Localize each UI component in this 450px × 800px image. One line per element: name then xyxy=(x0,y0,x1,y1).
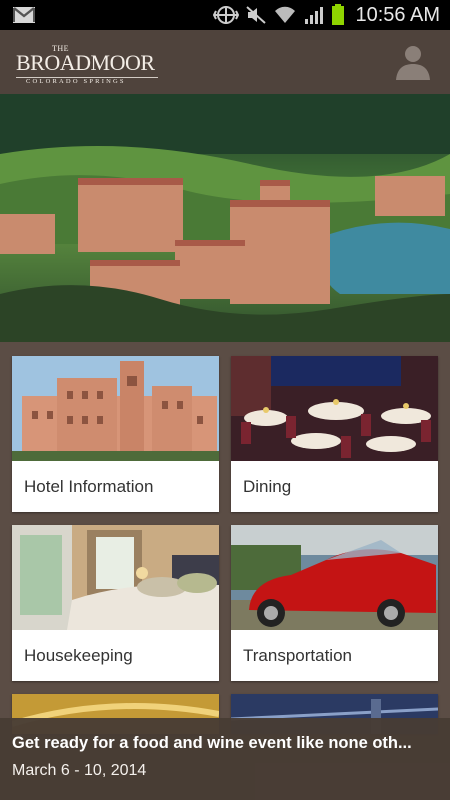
profile-button[interactable] xyxy=(392,41,434,83)
banner-title: Get ready for a food and wine event like… xyxy=(12,734,412,752)
logo-name: BROADMOOR xyxy=(16,50,155,75)
mute-icon xyxy=(245,5,267,25)
signal-strength-icon xyxy=(213,5,240,25)
tile-label: Hotel Information xyxy=(24,476,154,496)
tile-hotel-information[interactable]: Hotel Information xyxy=(12,356,219,512)
tile-dining[interactable]: Dining xyxy=(231,356,438,512)
app-header: THE BROADMOOR COLORADO SPRINGS xyxy=(0,30,450,94)
tile-label: Housekeeping xyxy=(24,645,133,665)
logo-subtitle: COLORADO SPRINGS xyxy=(26,78,126,85)
tile-label: Transportation xyxy=(243,645,352,665)
banner-date: March 6 - 10, 2014 xyxy=(12,762,147,779)
status-bar: 10:56 AM xyxy=(0,0,450,30)
hero-resort-image[interactable] xyxy=(0,94,450,342)
battery-icon xyxy=(331,4,345,26)
red-sports-car-image xyxy=(231,525,438,630)
gmail-icon xyxy=(12,6,36,24)
menu-grid: Hotel Information Dining Housekeeping Tr… xyxy=(12,356,438,734)
bedroom-image xyxy=(12,525,219,630)
tile-label: Dining xyxy=(243,476,292,496)
tile-transportation[interactable]: Transportation xyxy=(231,525,438,681)
hotel-building-image xyxy=(12,356,219,461)
tile-housekeeping[interactable]: Housekeeping xyxy=(12,525,219,681)
user-silhouette-icon xyxy=(396,46,430,80)
wifi-icon xyxy=(273,5,297,25)
broadmoor-logo[interactable]: THE BROADMOOR COLORADO SPRINGS xyxy=(16,40,166,85)
cell-signal-icon xyxy=(303,5,325,25)
promo-banner[interactable]: Get ready for a food and wine event like… xyxy=(0,718,450,800)
dining-room-image xyxy=(231,356,438,461)
status-time: 10:56 AM xyxy=(355,3,440,26)
